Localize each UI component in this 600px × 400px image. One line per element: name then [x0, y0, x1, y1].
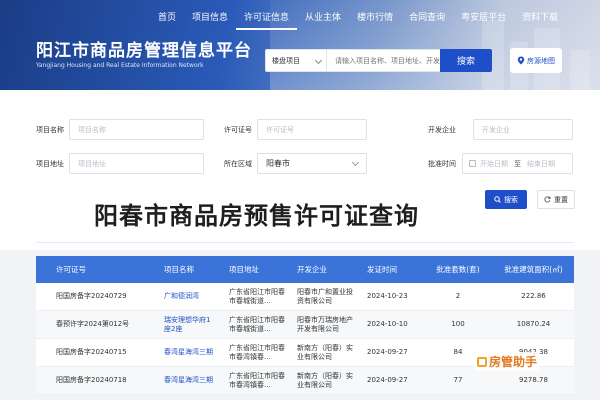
- cell-approved-area: 9278.78: [519, 376, 548, 384]
- cell-license-no: 阳国房备字20240718: [56, 376, 127, 384]
- address-placeholder: 项目地址: [78, 159, 106, 168]
- site-header: 首页 项目信息 许可证信息 从业主体 楼市行情 合同查询 粤安居平台 资料下载 …: [0, 0, 600, 90]
- cell-approved-area: 222.86: [521, 292, 546, 300]
- cell-license-no: 阳国房备字20240715: [56, 348, 127, 356]
- chevron-down-icon: [314, 56, 323, 65]
- nav-project-info[interactable]: 项目信息: [184, 11, 236, 30]
- cell-project-address: 广东省阳江市阳春市春湾镇春…: [229, 371, 285, 389]
- filter-search-label: 搜索: [504, 195, 518, 204]
- table-row[interactable]: 阳国房备字20240729 广和德润湾 广东省阳江市阳春市春城街道… 阳春市广和…: [36, 283, 574, 311]
- cell-project-address: 广东省阳江市阳春市春湾镇春…: [229, 343, 285, 361]
- start-date-placeholder: 开始日期: [480, 159, 508, 168]
- developer-placeholder: 开发企业: [482, 125, 510, 134]
- nav-home[interactable]: 首页: [150, 11, 184, 30]
- cell-issue-date: 2024-09-27: [367, 376, 408, 384]
- header-search: 楼盘项目 搜索: [265, 49, 492, 72]
- cell-developer: 新南方（阳春）实业有限公司: [297, 343, 353, 361]
- reset-label: 重置: [554, 195, 568, 204]
- house-map-label: 房源地图: [527, 56, 555, 65]
- license-placeholder: 许可证号: [266, 125, 294, 134]
- license-input[interactable]: 许可证号: [257, 119, 367, 140]
- search-type-select[interactable]: 楼盘项目: [265, 49, 327, 72]
- col-issue-date: 发证时间: [367, 265, 397, 274]
- col-license-no: 许可证号: [56, 265, 86, 274]
- region-value: 阳春市: [266, 159, 290, 168]
- filter-panel: 项目名称 项目名称 许可证号 许可证号 开发企业 开发企业 项目地址 项目地址 …: [0, 90, 600, 250]
- cell-approved-units: 77: [453, 376, 463, 384]
- cell-license-no: 阳国房备字20240729: [56, 292, 127, 300]
- nav-practitioners[interactable]: 从业主体: [297, 11, 349, 30]
- col-developer: 开发企业: [297, 265, 327, 274]
- search-icon: [494, 196, 501, 203]
- developer-label: 开发企业: [428, 126, 456, 134]
- refresh-icon: [544, 196, 551, 203]
- nav-downloads[interactable]: 资料下载: [514, 11, 566, 30]
- table-row[interactable]: 春预许字2024第012号 瑞安理想华府1座2座 广东省阳江市阳春市春城街道… …: [36, 311, 574, 339]
- license-label: 许可证号: [224, 126, 252, 134]
- project-name-label: 项目名称: [36, 126, 64, 134]
- table-header: 许可证号 项目名称 项目地址 开发企业 发证时间 批准套数(套) 批准建筑面积(…: [36, 256, 574, 283]
- cell-developer: 新南方（阳春）实业有限公司: [297, 371, 353, 389]
- cell-project-name-link[interactable]: 春湾星海湾三期: [152, 376, 217, 385]
- main-nav: 首页 项目信息 许可证信息 从业主体 楼市行情 合同查询 粤安居平台 资料下载: [150, 11, 566, 30]
- date-range-separator: 至: [514, 159, 521, 168]
- cell-license-no: 春预许字2024第012号: [56, 320, 130, 328]
- cell-issue-date: 2024-10-10: [367, 320, 408, 328]
- col-approved-area: 批准建筑面积(㎡): [504, 265, 563, 274]
- developer-input[interactable]: 开发企业: [473, 119, 573, 140]
- calendar-icon: [469, 160, 476, 167]
- location-pin-icon: [517, 56, 525, 65]
- cell-project-name-link[interactable]: 瑞安理想华府1座2座: [152, 316, 217, 334]
- cell-approved-units: 100: [451, 320, 465, 328]
- table-row[interactable]: 阳国房备字20240718 春湾星海湾三期 广东省阳江市阳春市春湾镇春… 新南方…: [36, 367, 574, 395]
- nav-market[interactable]: 楼市行情: [349, 11, 401, 30]
- house-map-button[interactable]: 房源地图: [510, 48, 562, 73]
- search-input[interactable]: [327, 49, 440, 72]
- cell-issue-date: 2024-10-23: [367, 292, 408, 300]
- skyline-building: [570, 50, 590, 90]
- cell-project-name-link[interactable]: 春湾星海湾三期: [152, 348, 217, 357]
- cell-approved-area: 10870.24: [516, 320, 551, 328]
- cell-developer: 阳春市广和置业投资有限公司: [297, 287, 353, 305]
- license-table: 许可证号 项目名称 项目地址 开发企业 发证时间 批准套数(套) 批准建筑面积(…: [36, 256, 574, 395]
- search-button[interactable]: 搜索: [440, 49, 492, 72]
- col-approved-units: 批准套数(套): [436, 265, 480, 274]
- nav-license-info[interactable]: 许可证信息: [236, 11, 298, 30]
- cell-project-address: 广东省阳江市阳春市春城街道…: [229, 287, 285, 305]
- address-input[interactable]: 项目地址: [69, 153, 204, 174]
- cell-approved-units: 2: [455, 292, 461, 300]
- col-project-address: 项目地址: [229, 265, 259, 274]
- region-label: 所在区域: [224, 160, 252, 168]
- end-date-placeholder: 结束日期: [527, 159, 555, 168]
- date-range-input[interactable]: 开始日期 至 结束日期: [462, 153, 573, 174]
- approve-time-label: 批准时间: [428, 160, 456, 168]
- nav-yueanju[interactable]: 粤安居平台: [453, 11, 514, 30]
- house-assistant-icon: [477, 357, 487, 367]
- cell-developer: 阳春市万瑞房地产开发有限公司: [297, 315, 353, 333]
- col-project-name: 项目名称: [164, 265, 194, 274]
- address-label: 项目地址: [36, 160, 64, 168]
- site-title: 阳江市商品房管理信息平台: [36, 41, 252, 61]
- watermark-badge: 房管助手: [474, 352, 541, 371]
- region-select[interactable]: 阳春市: [257, 153, 367, 174]
- search-type-value: 楼盘项目: [272, 56, 300, 65]
- chevron-down-icon: [351, 158, 360, 167]
- cell-project-address: 广东省阳江市阳春市春城街道…: [229, 315, 285, 333]
- panel-divider: [36, 242, 574, 243]
- watermark-text: 房管助手: [489, 355, 538, 369]
- project-name-input[interactable]: 项目名称: [69, 119, 204, 140]
- page-title: 阳春市商品房预售许可证查询: [94, 202, 419, 230]
- nav-contract-query[interactable]: 合同查询: [401, 11, 453, 30]
- filter-search-button[interactable]: 搜索: [485, 190, 527, 209]
- site-subtitle: Yangjiang Housing and Real Estate Inform…: [36, 62, 204, 69]
- cell-project-name-link[interactable]: 广和德润湾: [152, 292, 217, 301]
- cell-issue-date: 2024-09-27: [367, 348, 408, 356]
- project-name-placeholder: 项目名称: [78, 125, 106, 134]
- reset-button[interactable]: 重置: [537, 190, 575, 209]
